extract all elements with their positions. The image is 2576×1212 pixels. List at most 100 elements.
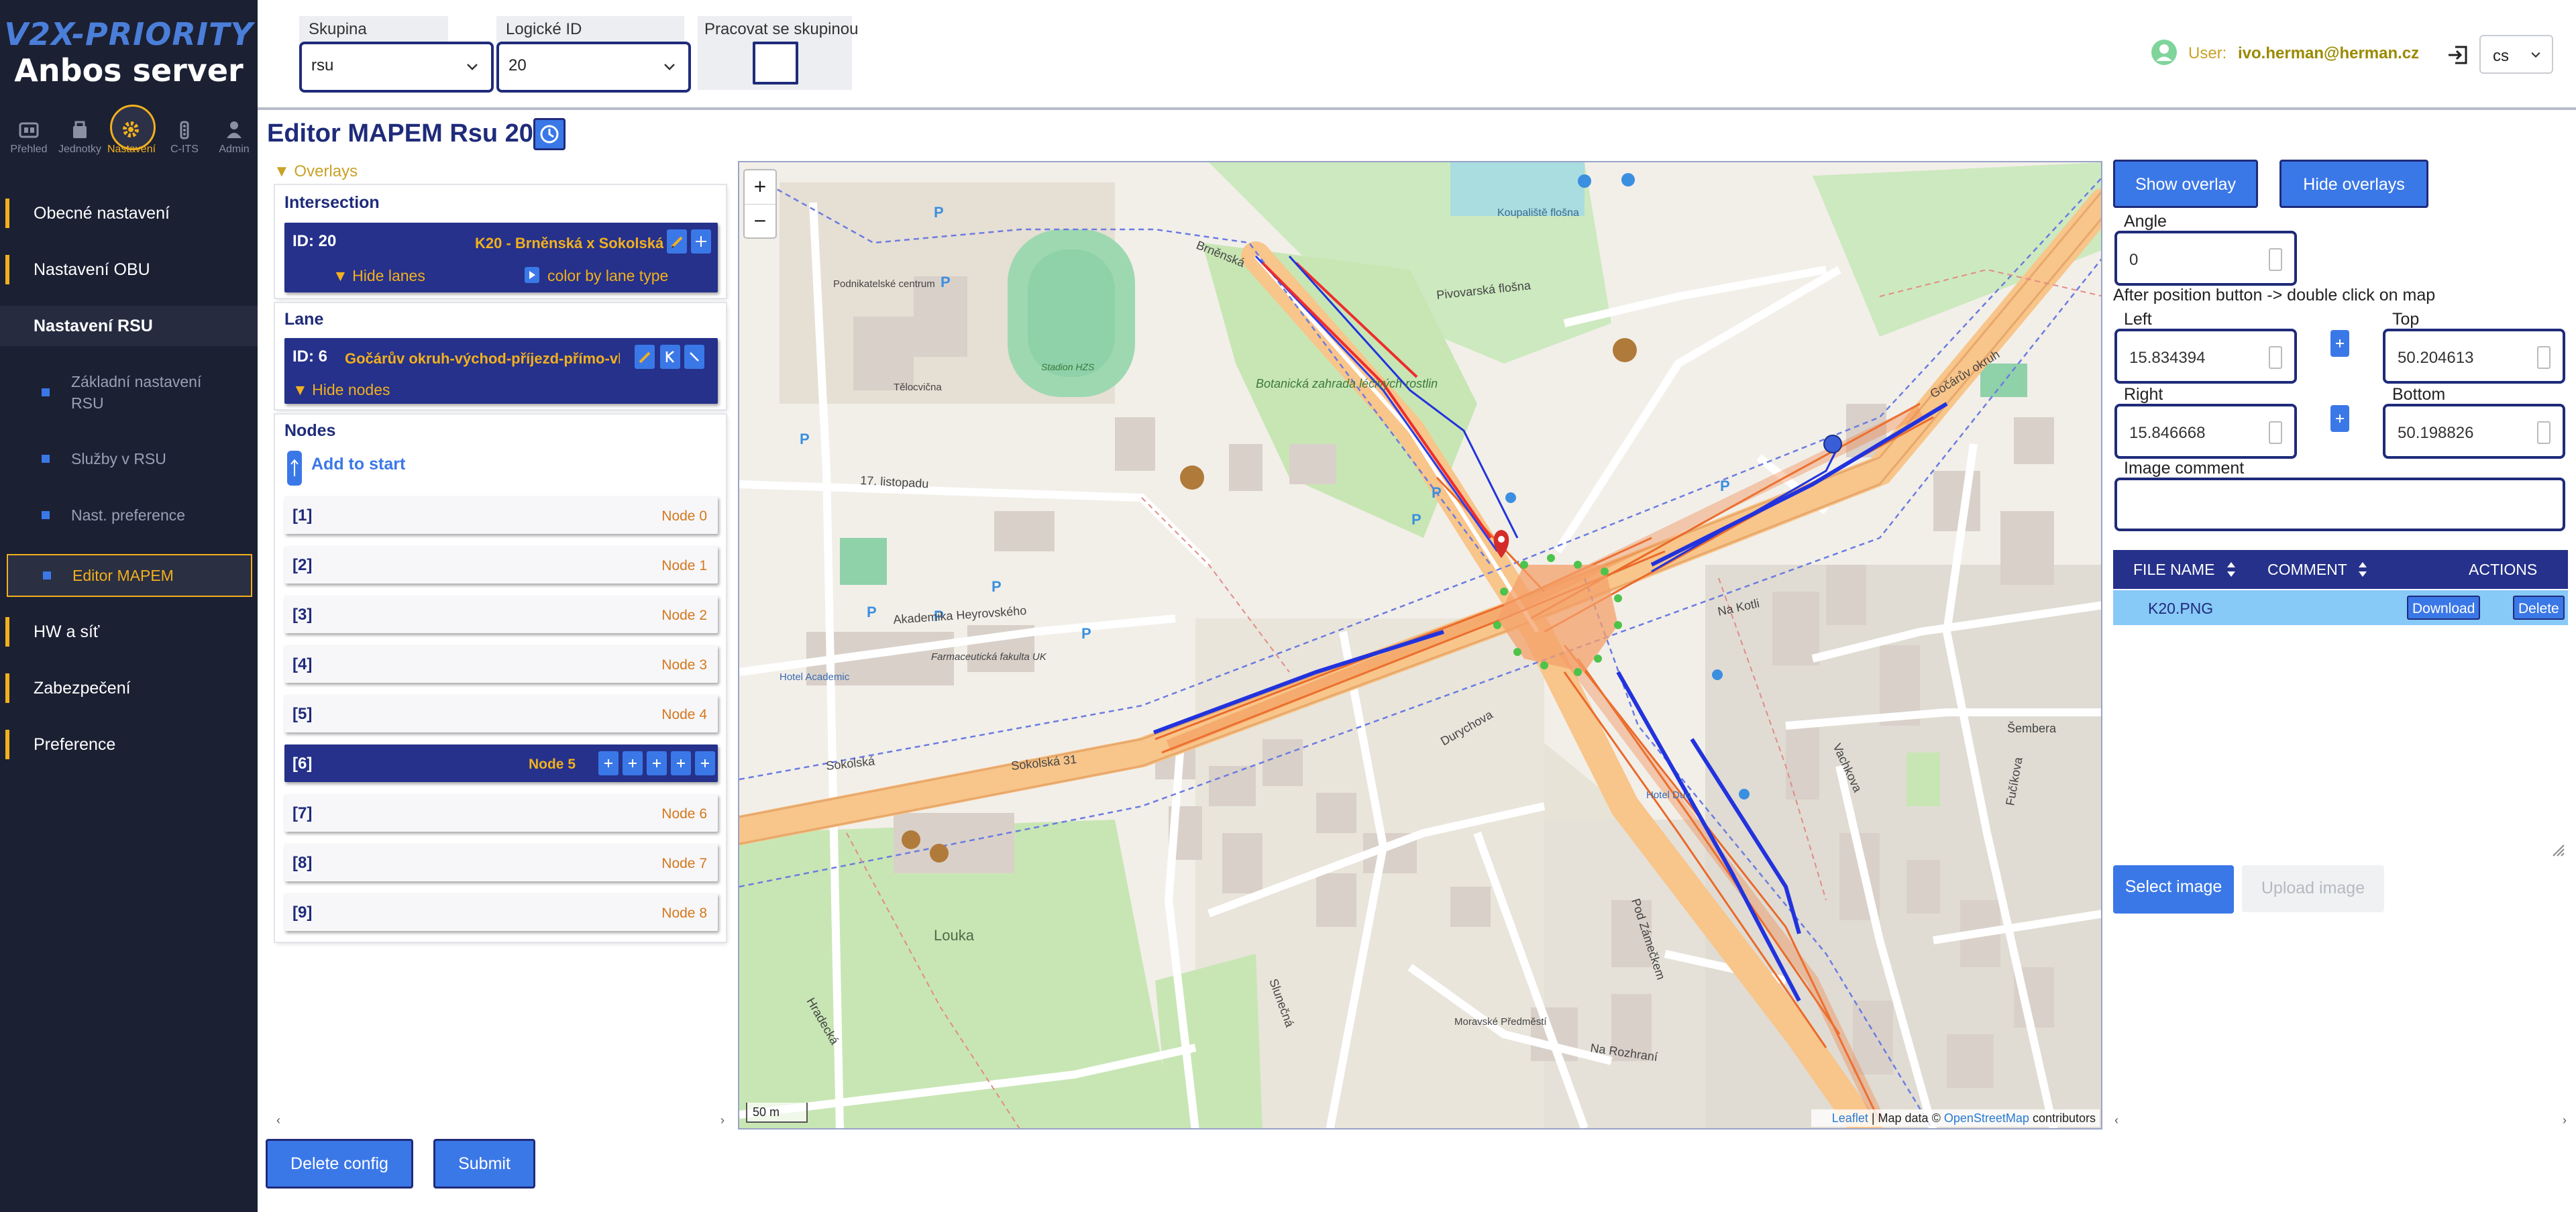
lane-line-button[interactable] [684, 345, 704, 369]
map-label: Šembera [2007, 721, 2057, 735]
show-overlay-button[interactable]: Show overlay [2113, 160, 2258, 208]
topnav-settings[interactable]: Nastavení [107, 105, 156, 156]
scroll-right-icon[interactable]: › [720, 1113, 724, 1127]
topnav-units[interactable]: Jednotky [56, 114, 103, 156]
left-input[interactable]: 15.834394 [2114, 329, 2297, 384]
table-row[interactable]: K20.PNG Download Delete [2113, 590, 2568, 625]
map-label: Stadion HZS [1041, 362, 1095, 372]
play-icon[interactable] [525, 267, 539, 283]
upload-image-button[interactable]: Upload image [2242, 865, 2384, 912]
logout-icon[interactable] [2446, 43, 2470, 67]
intersection-card[interactable]: ID: 20 K20 - Brněnská x Sokolská ▼ Hide … [284, 223, 718, 292]
node-index: [8] [292, 854, 313, 872]
hide-lanes-toggle[interactable]: ▼ Hide lanes [333, 267, 425, 285]
select-image-button[interactable]: Select image [2113, 865, 2234, 914]
image-comment-input[interactable] [2114, 478, 2565, 531]
left-panel-scrollbar[interactable]: ‹ › [275, 1113, 726, 1127]
hide-nodes-toggle[interactable]: ▼ Hide nodes [292, 381, 390, 399]
clock-icon[interactable] [533, 118, 566, 150]
edit-node-button[interactable] [598, 751, 619, 775]
right-panel-scrollbar[interactable]: ‹ › [2113, 1113, 2568, 1127]
delete-config-button[interactable]: Delete config [266, 1139, 413, 1189]
menu-marker [5, 730, 9, 759]
node-row[interactable]: [6] Node 5 [284, 745, 718, 782]
add-to-start-label[interactable]: Add to start [311, 455, 405, 474]
move-up-button[interactable] [623, 751, 643, 775]
topnav-label: Jednotky [58, 144, 102, 155]
submenu-dot [42, 455, 50, 463]
language-select[interactable]: cs [2479, 35, 2553, 74]
menu-label: Preference [34, 734, 116, 754]
angle-input[interactable]: 0 [2114, 231, 2297, 286]
bottom-input[interactable]: 50.198826 [2383, 404, 2565, 459]
sort-icon[interactable] [2356, 558, 2369, 581]
submenu-rsu-services[interactable]: Služby v RSU [0, 444, 258, 474]
submenu-editor-mapem[interactable]: Editor MAPEM [7, 554, 252, 597]
set-top-left-button[interactable] [2330, 330, 2349, 357]
menu-marker [5, 199, 9, 228]
menu-rsu-settings[interactable]: Nastavení RSU [0, 306, 258, 346]
scroll-left-icon[interactable]: ‹ [276, 1113, 280, 1127]
hide-overlays-button[interactable]: Hide overlays [2279, 160, 2428, 208]
line-node-button[interactable] [695, 751, 715, 775]
node-row[interactable]: [2] Node 1 [284, 546, 718, 584]
submenu-basic-rsu[interactable]: Základní nastavení RSU [0, 369, 258, 416]
lane-card[interactable]: ID: 6 Gočárův okruh-východ-příjezd-přímo… [284, 338, 718, 404]
angle-spinner[interactable] [2269, 248, 2282, 271]
submenu-preferences[interactable]: Nast. preference [0, 500, 258, 530]
node-row[interactable]: [5] Node 4 [284, 695, 718, 732]
resize-handle-icon[interactable] [2551, 842, 2565, 857]
top-spinner[interactable] [2537, 346, 2551, 369]
brand-logo: V2X-PRIORITY [0, 16, 258, 52]
user-icon [2151, 40, 2177, 65]
topnav-overview[interactable]: Přehled [5, 114, 52, 156]
scroll-left-icon[interactable]: ‹ [2114, 1113, 2118, 1127]
work-group-checkbox[interactable] [753, 42, 798, 85]
add-to-start-button[interactable] [287, 451, 302, 486]
menu-obu-settings[interactable]: Nastavení OBU [0, 250, 258, 290]
delete-button[interactable]: Delete [2513, 596, 2565, 620]
node-name: Node 6 [661, 806, 707, 822]
overlays-toggle[interactable]: ▼ Overlays [274, 162, 358, 181]
lane-type-button[interactable] [660, 345, 680, 369]
submit-button[interactable]: Submit [433, 1139, 535, 1189]
col-comment[interactable]: COMMENT [2267, 561, 2347, 579]
scroll-right-icon[interactable]: › [2563, 1113, 2567, 1127]
zoom-in-button[interactable]: + [745, 170, 775, 204]
menu-preference[interactable]: Preference [0, 724, 258, 765]
group-select[interactable]: rsu [299, 42, 494, 93]
map-canvas[interactable]: PPPP PP PP PP Brněnská Pivovarská flošna … [739, 162, 2102, 1130]
right-spinner[interactable] [2269, 421, 2282, 444]
topnav-cits[interactable]: C-ITS [161, 114, 208, 156]
sort-icon[interactable] [2224, 558, 2238, 581]
top-input[interactable]: 50.204613 [2383, 329, 2565, 384]
menu-general-settings[interactable]: Obecné nastavení [0, 193, 258, 233]
menu-hw-network[interactable]: HW a síť [0, 612, 258, 652]
col-file-name[interactable]: FILE NAME [2133, 561, 2214, 579]
info-button[interactable] [647, 751, 667, 775]
node-index: [5] [292, 705, 313, 723]
zoom-out-button[interactable]: − [745, 204, 775, 237]
bottom-spinner[interactable] [2537, 421, 2551, 444]
move-intersection-button[interactable] [691, 229, 711, 254]
edit-intersection-button[interactable] [667, 229, 687, 254]
node-row[interactable]: [1] Node 0 [284, 496, 718, 534]
node-row[interactable]: [4] Node 3 [284, 645, 718, 683]
move-node-button[interactable] [671, 751, 691, 775]
leaflet-link[interactable]: Leaflet [1832, 1111, 1868, 1125]
edit-lane-button[interactable] [635, 345, 655, 369]
right-input[interactable]: 15.846668 [2114, 404, 2297, 459]
download-button[interactable]: Download [2407, 596, 2481, 620]
left-spinner[interactable] [2269, 346, 2282, 369]
node-row[interactable]: [8] Node 7 [284, 844, 718, 881]
set-bottom-right-button[interactable] [2330, 405, 2349, 432]
logic-id-select[interactable]: 20 [496, 42, 691, 93]
node-row[interactable]: [3] Node 2 [284, 596, 718, 633]
menu-security[interactable]: Zabezpečení [0, 668, 258, 708]
node-row[interactable]: [9] Node 8 [284, 893, 718, 931]
osm-link[interactable]: OpenStreetMap [1944, 1111, 2029, 1125]
topnav-admin[interactable]: Admin [211, 114, 258, 156]
node-row[interactable]: [7] Node 6 [284, 794, 718, 832]
color-by-lane-type[interactable]: color by lane type [547, 267, 668, 285]
map[interactable]: PPPP PPPP PP Brněnská Pivovarská flošna … [738, 161, 2102, 1130]
